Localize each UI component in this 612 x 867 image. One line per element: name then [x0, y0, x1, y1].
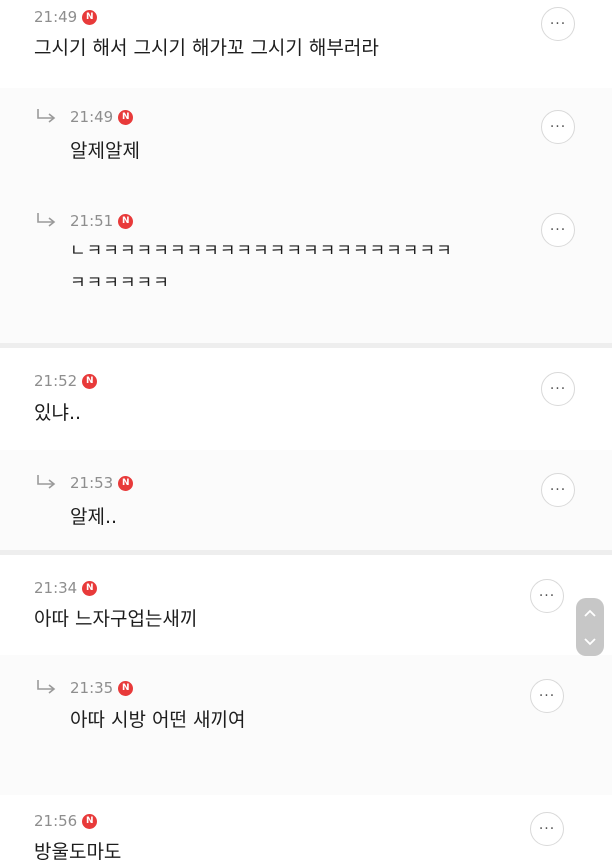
reply-arrow-icon	[37, 213, 56, 227]
comment-meta: 21:49 N	[34, 8, 98, 26]
comment-text: 아따 느자구업는새끼	[34, 608, 198, 630]
comment-text: 아따 시방 어떤 새끼여	[70, 709, 246, 731]
more-options-button[interactable]: ···	[530, 579, 564, 613]
comment-meta: 21:56 N	[34, 812, 98, 830]
comment-meta: 21:49 N	[70, 108, 134, 126]
scroll-control	[576, 598, 604, 656]
new-badge-icon: N	[82, 373, 98, 389]
comment-item: 21:49 N 그시기 해서 그시기 해가꼬 그시기 해부러라 ···	[0, 0, 612, 89]
chevron-down-icon[interactable]	[583, 637, 597, 647]
more-options-button[interactable]: ···	[541, 7, 575, 41]
comment-meta: 21:34 N	[34, 579, 98, 597]
comment-text: 그시기 해서 그시기 해가꼬 그시기 해부러라	[34, 37, 379, 59]
new-badge-icon: N	[82, 9, 98, 25]
comment-time: 21:52	[34, 372, 78, 390]
more-options-button[interactable]: ···	[530, 812, 564, 846]
comment-text: 방울도마도	[34, 841, 122, 863]
more-options-button[interactable]: ···	[530, 679, 564, 713]
comment-item: 21:34 N 아따 느자구업는새끼 ···	[0, 555, 612, 656]
reply-arrow-icon	[37, 475, 56, 489]
comment-meta: 21:51 N	[70, 212, 134, 230]
comment-text: 있냐..	[34, 402, 82, 424]
reply-arrow-icon	[37, 109, 56, 123]
new-badge-icon: N	[82, 580, 98, 596]
comment-text: 알제..	[70, 506, 118, 528]
chevron-up-icon[interactable]	[583, 608, 597, 618]
comment-meta: 21:35 N	[70, 679, 134, 697]
comment-text-line2: ㅋㅋㅋㅋㅋㅋ	[70, 273, 170, 293]
more-options-button[interactable]: ···	[541, 372, 575, 406]
reply-item: 21:51 N ㄴㅋㅋㅋㅋㅋㅋㅋㅋㅋㅋㅋㅋㅋㅋㅋㅋㅋㅋㅋㅋㅋㅋ ㅋㅋㅋㅋㅋㅋ ·…	[0, 188, 612, 344]
new-badge-icon: N	[118, 213, 134, 229]
comment-time: 21:51	[70, 212, 114, 230]
reply-arrow-icon	[37, 680, 56, 694]
comment-meta: 21:52 N	[34, 372, 98, 390]
new-badge-icon: N	[118, 109, 134, 125]
new-badge-icon: N	[82, 813, 98, 829]
comment-time: 21:35	[70, 679, 114, 697]
more-options-button[interactable]: ···	[541, 213, 575, 247]
comment-item: 21:52 N 있냐.. ···	[0, 348, 612, 451]
comment-time: 21:34	[34, 579, 78, 597]
reply-item: 21:53 N 알제.. ···	[0, 450, 612, 551]
reply-item: 21:35 N 아따 시방 어떤 새끼여 ···	[0, 655, 612, 796]
reply-item: 21:49 N 알제알제 ···	[0, 88, 612, 189]
comment-time: 21:49	[34, 8, 78, 26]
new-badge-icon: N	[118, 680, 134, 696]
more-options-button[interactable]: ···	[541, 110, 575, 144]
comment-time: 21:53	[70, 474, 114, 492]
comment-text-line1: ㄴㅋㅋㅋㅋㅋㅋㅋㅋㅋㅋㅋㅋㅋㅋㅋㅋㅋㅋㅋㅋㅋㅋ	[70, 241, 453, 261]
comment-text: 알제알제	[70, 140, 140, 162]
comment-time: 21:49	[70, 108, 114, 126]
more-options-button[interactable]: ···	[541, 473, 575, 507]
comment-item: 21:56 N 방울도마도 ···	[0, 795, 612, 863]
comment-time: 21:56	[34, 812, 78, 830]
comment-meta: 21:53 N	[70, 474, 134, 492]
new-badge-icon: N	[118, 475, 134, 491]
